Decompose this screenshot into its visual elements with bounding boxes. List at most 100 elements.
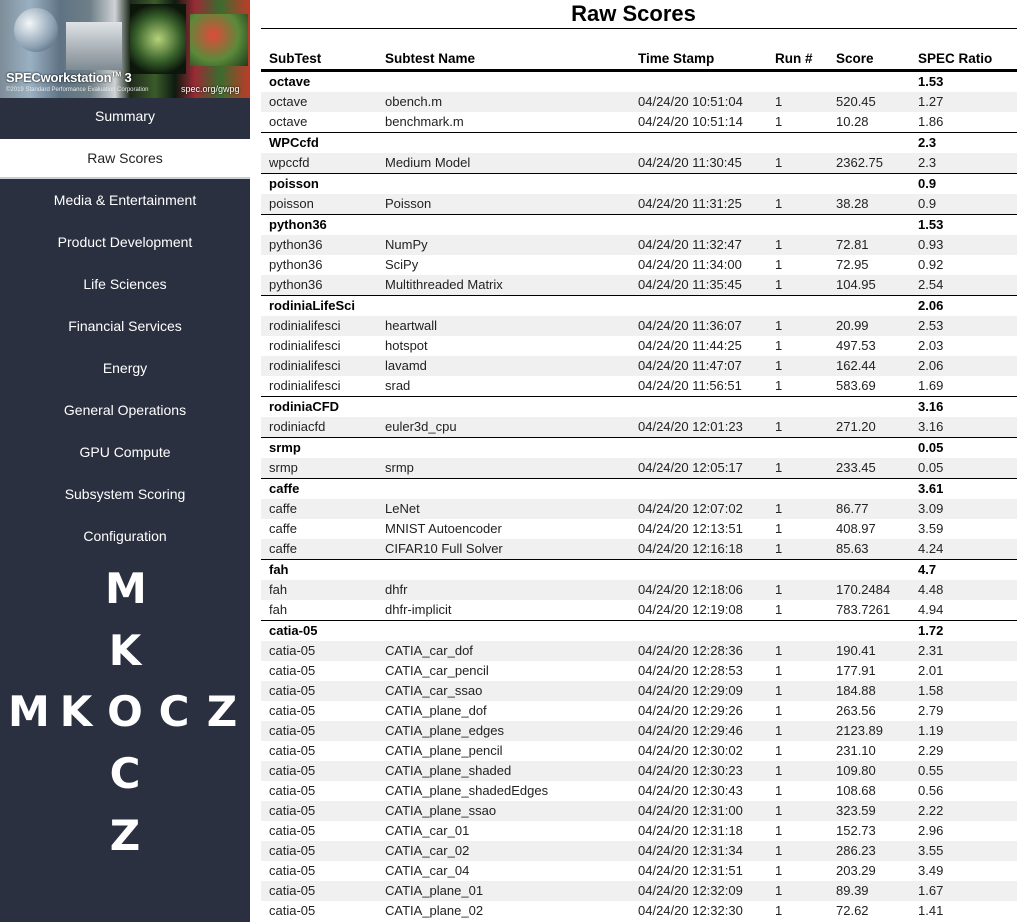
nav-summary[interactable]: Summary [0,97,250,135]
table-body: octave 1.53 octave obench.m 04/24/20 10:51:0… [261,71,1017,922]
cell-subtest-name: CATIA_plane_01 [377,881,630,901]
banner-product-name: SPECworkstationTM 3 [6,70,132,85]
group-name: fah [261,559,910,580]
nav-general-operations[interactable]: General Operations [0,391,250,429]
cell-spec-ratio: 2.53 [910,316,1017,336]
cell-run: 1 [775,663,783,678]
cell-score: 152.73 [836,823,876,838]
group-row: octave 1.53 [261,71,1017,93]
table-row: python36 NumPy 04/24/20 11:32:47 1 72.81 0.93 [261,235,1017,255]
cell-spec-ratio: 3.16 [910,417,1017,438]
title-divider [261,28,1017,29]
spec-banner-logo[interactable]: SPECworkstationTM 3 ©2019 Standard Perfo… [0,0,250,98]
table-row: catia-05 CATIA_plane_02 04/24/20 12:32:30 1… [261,901,1017,921]
cell-subtest-name: CATIA_plane_pencil [385,743,503,758]
group-name: python36 [261,214,910,235]
cell-spec-ratio: 1.41 [918,903,944,918]
cell-subtest: catia-05 [261,721,377,741]
nav-financial-services[interactable]: Financial Services [0,307,250,345]
banner-molecule-image [190,14,248,66]
cell-time-stamp: 04/24/20 11:44:25 [638,338,742,353]
cell-subtest-name: CATIA_car_dof [377,641,630,661]
table-row: wpccfd Medium Model 04/24/20 11:30:45 1 2362… [261,153,1017,174]
group-spec-ratio: 0.05 [910,437,1017,458]
cell-score: 108.68 [836,783,876,798]
cell-spec-ratio: 2.01 [918,663,944,678]
cell-subtest-name: CATIA_plane_ssao [377,801,630,821]
nav-configuration[interactable]: Configuration [0,517,250,555]
table-row: catia-05 CATIA_car_ssao 04/24/20 12:29:09 1… [261,681,1017,701]
cell-run: 1 [775,783,783,798]
cell-run: 1 [775,823,783,838]
table-row: catia-05 CATIA_plane_shaded 04/24/20 12:30… [261,761,1017,781]
cell-subtest: srmp [261,458,377,479]
cell-time-stamp: 04/24/20 12:30:23 [630,761,767,781]
group-row: python36 1.53 [261,214,1017,235]
cell-time-stamp: 04/24/20 12:28:53 [638,663,743,678]
nav-gpu-compute[interactable]: GPU Compute [0,433,250,471]
cell-subtest-name: hotspot [385,338,428,353]
page-title: Raw Scores [571,1,696,26]
table-row: caffe LeNet 04/24/20 12:07:02 1 86.77 3.09 [261,499,1017,519]
cell-subtest-name: heartwall [377,316,630,336]
table-row: rodinialifesci hotspot 04/24/20 11:44:25 1 4… [261,336,1017,356]
nav-life-sciences[interactable]: Life Sciences [0,265,250,303]
cell-score: 2123.89 [828,721,910,741]
cell-spec-ratio: 2.29 [918,743,944,758]
nav-energy[interactable]: Energy [0,349,250,387]
cell-score: 104.95 [828,275,910,296]
cell-time-stamp: 04/24/20 12:07:02 [630,499,767,519]
cell-subtest: catia-05 [261,881,377,901]
cell-run: 1 [775,703,783,718]
cell-run: 1 [775,257,783,272]
cell-subtest: catia-05 [261,641,377,661]
cell-score: 520.45 [828,92,910,112]
nav-raw-scores[interactable]: Raw Scores [0,139,250,179]
cell-subtest-name: CATIA_car_02 [377,841,630,861]
cell-score: 38.28 [828,194,910,215]
group-name: srmp [261,437,910,458]
group-spec-ratio: 1.53 [910,214,1017,235]
cell-subtest-name: NumPy [377,235,630,255]
cell-run: 1 [775,378,783,393]
banner-sphere-image [14,8,58,52]
cell-subtest-name: CATIA_plane_dof [385,703,487,718]
nav-product-development[interactable]: Product Development [0,223,250,261]
cell-time-stamp: 04/24/20 10:51:14 [638,114,743,129]
table-row: srmp srmp 04/24/20 12:05:17 1 233.45 0.05 [261,458,1017,479]
cell-run: 1 [767,153,828,174]
cell-score: 408.97 [836,521,876,536]
nav-media-entertainment[interactable]: Media & Entertainment [0,181,250,219]
cell-time-stamp: 04/24/20 10:51:04 [630,92,767,112]
cell-time-stamp: 04/24/20 12:29:09 [630,681,767,701]
cell-score: 783.7261 [836,602,891,617]
table-row: catia-05 CATIA_plane_01 04/24/20 12:32:09 1… [261,881,1017,901]
table-row: catia-05 CATIA_car_04 04/24/20 12:31:51 1 20… [261,861,1017,881]
cell-run: 1 [775,521,783,536]
group-name: poisson [261,173,910,194]
cell-subtest-name: CATIA_plane_02 [385,903,484,918]
cell-score: 72.81 [828,235,910,255]
cell-spec-ratio: 2.31 [910,641,1017,661]
table-row: rodinialifesci lavamd 04/24/20 11:47:07 1 16… [261,356,1017,376]
cell-subtest-name: Multithreaded Matrix [377,275,630,296]
sidebar: SPECworkstationTM 3 ©2019 Standard Perfo… [0,0,250,922]
cell-subtest-name: benchmark.m [385,114,464,129]
cell-subtest: rodinialifesci [269,338,341,353]
cell-time-stamp: 04/24/20 12:31:34 [630,841,767,861]
cell-subtest-name: srmp [377,458,630,479]
cell-subtest-name: CIFAR10 Full Solver [377,539,630,560]
cell-run: 1 [767,275,828,296]
table-row: catia-05 CATIA_plane_pencil 04/24/20 12:30… [261,741,1017,761]
cell-spec-ratio: 2.03 [918,338,944,353]
cell-run: 1 [767,499,828,519]
cell-spec-ratio: 3.55 [910,841,1017,861]
cell-time-stamp: 04/24/20 12:19:08 [638,602,743,617]
table-row: rodinialifesci srad 04/24/20 11:56:51 1 583.… [261,376,1017,397]
cell-spec-ratio: 1.27 [910,92,1017,112]
nav-subsystem-scoring[interactable]: Subsystem Scoring [0,475,250,513]
cell-spec-ratio: 2.96 [918,823,944,838]
cell-subtest: fah [261,580,377,600]
table-row: python36 Multithreaded Matrix 04/24/20 11:… [261,275,1017,296]
group-row: rodiniaCFD 3.16 [261,396,1017,417]
